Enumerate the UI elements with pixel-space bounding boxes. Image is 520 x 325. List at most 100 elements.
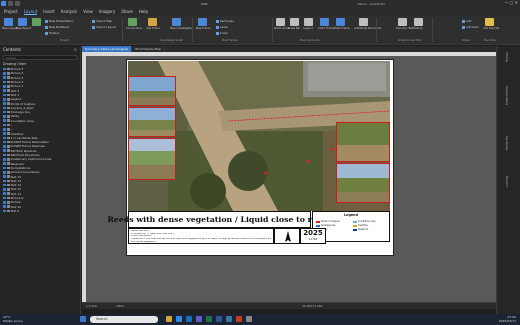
north-arrow-frame[interactable] (274, 228, 300, 244)
photo-inset-3[interactable] (128, 138, 176, 180)
contents-item[interactable]: Text 9 (3, 209, 80, 213)
window-controls[interactable]: — ▢ ✕ (504, 0, 518, 5)
visibility-checkbox[interactable] (3, 166, 6, 170)
new-investigation-button[interactable]: New Investigation (170, 18, 193, 32)
info-textbox[interactable]: Salvia Site Visit Compiled by: C. Date: … (128, 228, 274, 244)
visibility-checkbox[interactable] (3, 201, 6, 204)
taskbar-search-input[interactable]: Search (90, 316, 158, 323)
arcgis-pro-icon[interactable] (226, 316, 232, 322)
new-notebook-button[interactable]: New Notebook (45, 25, 69, 29)
visibility-checkbox[interactable] (3, 67, 6, 71)
visibility-checkbox[interactable] (3, 136, 6, 140)
picture-button[interactable]: Picture (412, 18, 424, 32)
visibility-checkbox[interactable] (3, 179, 6, 183)
photo-inset-5[interactable] (336, 163, 390, 203)
visibility-checkbox[interactable] (3, 158, 6, 161)
element-tab[interactable]: Element (505, 176, 508, 187)
visibility-checkbox[interactable] (3, 153, 6, 157)
visibility-checkbox[interactable] (3, 80, 6, 84)
new-report-button[interactable]: New Report (16, 18, 31, 32)
visibility-checkbox[interactable] (3, 72, 6, 75)
system-clock[interactable]: 07:00 2025/04/17 (499, 315, 516, 323)
menu-layout[interactable]: Layout (23, 9, 38, 15)
visibility-checkbox[interactable] (3, 97, 6, 101)
visibility-checkbox[interactable] (3, 196, 6, 200)
scale-bar-button[interactable]: Scale Bar (288, 18, 300, 32)
table-frame-button[interactable]: Table Frame (334, 18, 350, 32)
file-explorer-icon[interactable] (166, 316, 172, 322)
toolbox-button[interactable]: Toolbox (45, 31, 60, 35)
north-arrow-button[interactable]: North Arrow (274, 18, 290, 32)
visibility-checkbox[interactable] (3, 188, 6, 191)
menu-view[interactable]: View (83, 9, 93, 14)
excel-icon[interactable] (206, 316, 212, 322)
visibility-checkbox[interactable] (3, 102, 6, 105)
windows-start-icon[interactable] (80, 316, 86, 322)
year-scale-frame[interactable]: 2025 1:1 000 (300, 228, 326, 244)
visibility-checkbox[interactable] (3, 106, 6, 110)
menu-share[interactable]: Share (121, 9, 133, 14)
menu-imagery[interactable]: Imagery (99, 9, 116, 14)
add-item-button[interactable]: Add Item (462, 25, 479, 29)
save-icon[interactable] (8, 1, 13, 6)
weather-widget[interactable]: 22°C Mostly sunny (3, 315, 23, 323)
visibility-checkbox[interactable] (3, 76, 6, 80)
geoprocessing-tab[interactable]: Geoprocessing (505, 86, 508, 105)
powerpoint-icon[interactable] (236, 316, 242, 322)
visibility-checkbox[interactable] (3, 119, 6, 122)
visibility-checkbox[interactable] (3, 170, 6, 174)
visibility-checkbox[interactable] (3, 162, 6, 165)
add-folder-button[interactable]: Add Folder (146, 18, 160, 32)
edge-browser-icon[interactable] (176, 316, 182, 322)
visibility-checkbox[interactable] (3, 85, 6, 88)
scale-dropdown[interactable]: 1:1 000 (86, 304, 97, 308)
contents-search-input[interactable]: Search (3, 55, 77, 60)
chart-frame-button[interactable]: Chart Frame (318, 18, 334, 32)
photo-inset-1[interactable] (128, 76, 176, 106)
pane-close-icon[interactable]: ✕ (74, 47, 77, 52)
symbology-tab[interactable]: Symbology (505, 136, 508, 150)
visibility-checkbox[interactable] (3, 175, 6, 178)
menu-project[interactable]: Project (4, 9, 18, 14)
visibility-checkbox[interactable] (3, 123, 6, 127)
zoom-dropdown[interactable]: 100% (116, 304, 124, 308)
visibility-checkbox[interactable] (3, 128, 6, 131)
new-presentation-button[interactable]: New Presentation (45, 19, 74, 23)
connections-button[interactable]: Connections (126, 18, 142, 32)
menu-insert[interactable]: Insert (43, 9, 54, 14)
visibility-checkbox[interactable] (3, 110, 6, 114)
dynamic-text-button[interactable]: Dynamic Text (396, 18, 414, 32)
import-layout-button[interactable]: Import Layout (92, 25, 116, 29)
visibility-checkbox[interactable] (3, 209, 6, 213)
word-icon[interactable] (216, 316, 222, 322)
visibility-checkbox[interactable] (3, 132, 6, 135)
legend-button[interactable]: Legend (302, 18, 314, 32)
visibility-checkbox[interactable] (3, 89, 6, 92)
circle-button[interactable]: Circle (216, 31, 228, 35)
teams-icon[interactable] (196, 316, 202, 322)
visibility-checkbox[interactable] (3, 145, 6, 148)
outlook-icon[interactable] (186, 316, 192, 322)
visibility-checkbox[interactable] (3, 115, 6, 118)
menu-help[interactable]: Help (139, 9, 148, 14)
visibility-checkbox[interactable] (3, 93, 6, 97)
catalog-tab[interactable]: Catalog (505, 52, 508, 62)
add-style-button[interactable]: Add (462, 19, 471, 23)
settings-icon[interactable] (246, 316, 252, 322)
lasso-button[interactable]: Lasso (216, 25, 228, 29)
new-map-button[interactable]: . (30, 18, 42, 32)
visibility-checkbox[interactable] (3, 205, 6, 208)
new-layout-button[interactable]: New Layout (2, 18, 17, 32)
import-map-button[interactable]: Import Map (92, 19, 112, 23)
rectangle-button[interactable]: Rectangle (216, 19, 234, 23)
visibility-checkbox[interactable] (3, 192, 6, 196)
menu-analysis[interactable]: Analysis (61, 9, 77, 14)
photo-inset-2[interactable] (128, 107, 176, 137)
additional-surrounds-button[interactable]: Additional Surrounds (354, 18, 381, 32)
add-favorite-button[interactable]: Add Favorite (483, 18, 499, 32)
map-frame-button[interactable]: Map Frame (196, 18, 210, 32)
photo-inset-4[interactable] (336, 122, 390, 162)
visibility-checkbox[interactable] (3, 183, 6, 187)
undo-icon[interactable] (15, 1, 20, 6)
visibility-checkbox[interactable] (3, 149, 6, 153)
